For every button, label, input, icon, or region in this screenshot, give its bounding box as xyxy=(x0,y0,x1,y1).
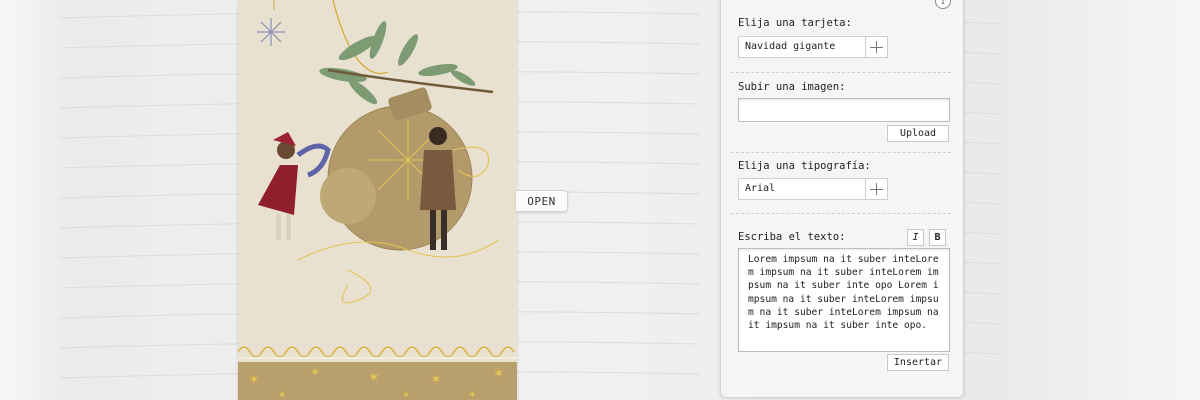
svg-text:✶: ✶ xyxy=(402,390,410,400)
text-input-label: Escriba el texto: xyxy=(738,231,846,243)
card-select-value: Navidad gigante xyxy=(745,41,836,52)
section-divider xyxy=(731,152,951,153)
card-select[interactable]: Navidad gigante xyxy=(738,36,888,58)
font-select-label: Elija una tipografía: xyxy=(738,160,871,172)
svg-text:✶: ✶ xyxy=(248,372,260,388)
upload-button[interactable]: Upload xyxy=(887,125,949,142)
card-editor-panel: i Elija una tarjeta: Navidad gigante Sub… xyxy=(720,0,964,398)
italic-button[interactable]: I xyxy=(907,229,924,246)
insert-button[interactable]: Insertar xyxy=(887,354,949,371)
plus-icon[interactable] xyxy=(865,179,887,199)
font-select-value: Arial xyxy=(745,183,776,194)
svg-text:✶: ✶ xyxy=(310,365,320,379)
svg-text:✶: ✶ xyxy=(468,390,476,400)
svg-text:✶: ✶ xyxy=(278,390,286,400)
christmas-card-illustration: ✶ ✶ ✶ ✶ ✶ ✶ ✶ ✶ xyxy=(238,0,517,400)
card-select-label: Elija una tarjeta: xyxy=(738,17,852,29)
svg-text:✶: ✶ xyxy=(368,370,380,386)
section-divider xyxy=(731,213,951,214)
svg-text:✶: ✶ xyxy=(493,366,505,382)
ruled-lines xyxy=(59,11,1001,379)
snowflake-icon xyxy=(257,18,285,46)
plus-icon[interactable] xyxy=(865,37,887,57)
card-text-area[interactable]: Lorem impsum na it suber inteLorem impsu… xyxy=(738,248,950,352)
small-ornament xyxy=(320,168,376,224)
section-divider xyxy=(731,72,951,73)
font-select[interactable]: Arial xyxy=(738,178,888,200)
image-file-field[interactable] xyxy=(738,98,950,122)
bold-button[interactable]: B xyxy=(929,229,946,246)
card-preview: ✶ ✶ ✶ ✶ ✶ ✶ ✶ ✶ xyxy=(238,0,517,400)
open-button[interactable]: OPEN xyxy=(516,190,568,212)
info-icon[interactable]: i xyxy=(935,0,951,9)
notebook-background xyxy=(0,0,1200,400)
image-upload-label: Subir una imagen: xyxy=(738,81,846,93)
svg-text:✶: ✶ xyxy=(430,372,442,388)
